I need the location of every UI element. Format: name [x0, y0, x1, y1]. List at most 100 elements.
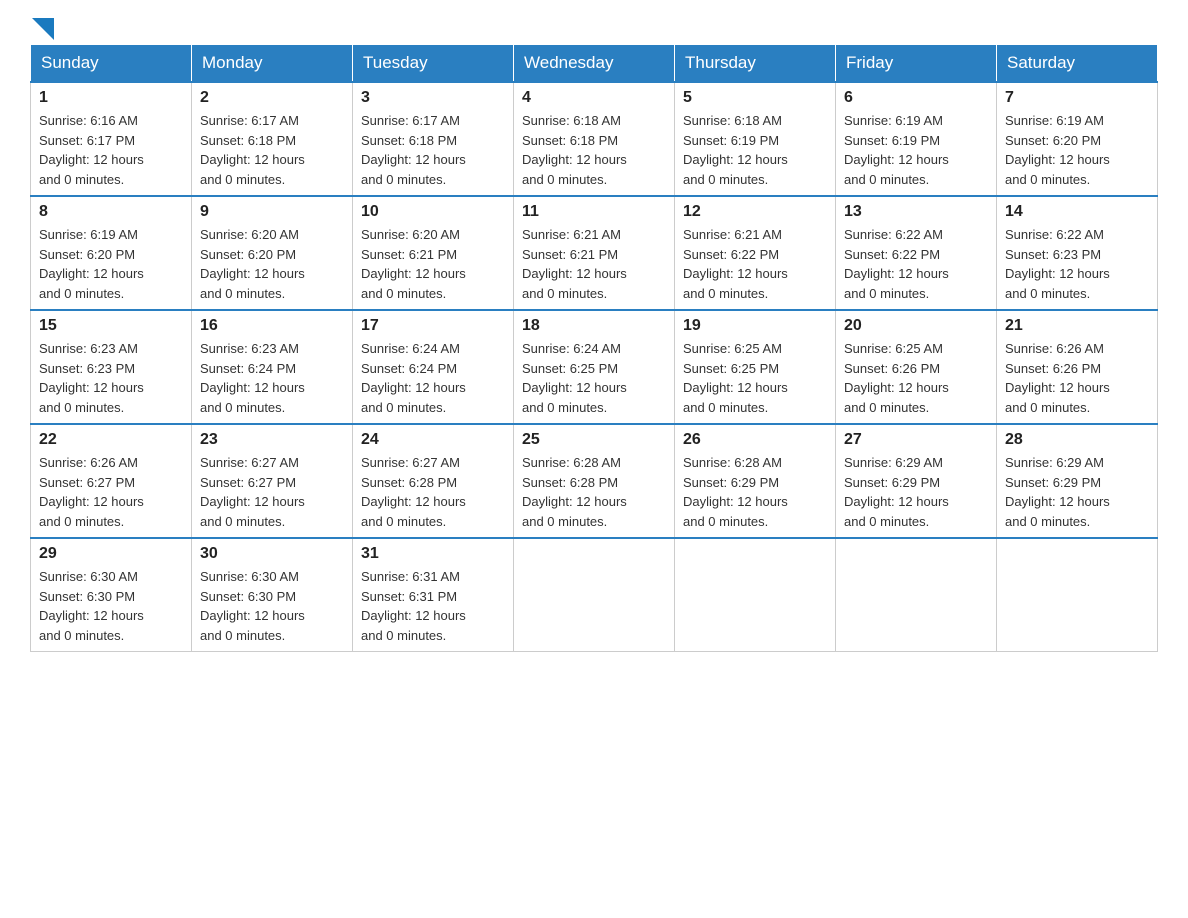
- day-info: Sunrise: 6:22 AMSunset: 6:23 PMDaylight:…: [1005, 225, 1149, 303]
- day-info: Sunrise: 6:28 AMSunset: 6:28 PMDaylight:…: [522, 453, 666, 531]
- week-row-1: 1Sunrise: 6:16 AMSunset: 6:17 PMDaylight…: [31, 82, 1158, 196]
- day-number: 27: [844, 431, 988, 449]
- day-info: Sunrise: 6:26 AMSunset: 6:26 PMDaylight:…: [1005, 339, 1149, 417]
- day-info: Sunrise: 6:19 AMSunset: 6:19 PMDaylight:…: [844, 111, 988, 189]
- day-number: 15: [39, 317, 183, 335]
- day-info: Sunrise: 6:18 AMSunset: 6:18 PMDaylight:…: [522, 111, 666, 189]
- day-number: 30: [200, 545, 344, 563]
- day-number: 13: [844, 203, 988, 221]
- day-number: 7: [1005, 89, 1149, 107]
- week-row-2: 8 Sunrise: 6:19 AMSunset: 6:20 PMDaylight…: [31, 196, 1158, 310]
- day-number: 28: [1005, 431, 1149, 449]
- day-number: 11: [522, 203, 666, 221]
- calendar-cell: 14 Sunrise: 6:22 AMSunset: 6:23 PMDayligh…: [997, 196, 1158, 310]
- day-number: 22: [39, 431, 183, 449]
- calendar-cell: 23 Sunrise: 6:27 AMSunset: 6:27 PMDayligh…: [192, 424, 353, 538]
- week-row-5: 29 Sunrise: 6:30 AMSunset: 6:30 PMDayligh…: [31, 538, 1158, 652]
- logo: [30, 20, 54, 34]
- week-row-4: 22 Sunrise: 6:26 AMSunset: 6:27 PMDayligh…: [31, 424, 1158, 538]
- calendar-cell: 5Sunrise: 6:18 AMSunset: 6:19 PMDaylight…: [675, 82, 836, 196]
- calendar-cell: 22 Sunrise: 6:26 AMSunset: 6:27 PMDayligh…: [31, 424, 192, 538]
- day-info: Sunrise: 6:30 AMSunset: 6:30 PMDaylight:…: [200, 567, 344, 645]
- calendar-cell: 9 Sunrise: 6:20 AMSunset: 6:20 PMDaylight…: [192, 196, 353, 310]
- calendar-cell: 16 Sunrise: 6:23 AMSunset: 6:24 PMDayligh…: [192, 310, 353, 424]
- day-number: 16: [200, 317, 344, 335]
- day-info: Sunrise: 6:25 AMSunset: 6:26 PMDaylight:…: [844, 339, 988, 417]
- calendar-cell: 12Sunrise: 6:21 AMSunset: 6:22 PMDayligh…: [675, 196, 836, 310]
- day-info: Sunrise: 6:20 AMSunset: 6:20 PMDaylight:…: [200, 225, 344, 303]
- calendar-cell: 29Sunrise: 6:30 AMSunset: 6:30 PMDayligh…: [31, 538, 192, 652]
- day-info: Sunrise: 6:23 AMSunset: 6:24 PMDaylight:…: [200, 339, 344, 417]
- calendar-cell: 18Sunrise: 6:24 AMSunset: 6:25 PMDayligh…: [514, 310, 675, 424]
- day-info: Sunrise: 6:17 AMSunset: 6:18 PMDaylight:…: [200, 111, 344, 189]
- column-header-friday: Friday: [836, 45, 997, 83]
- day-info: Sunrise: 6:26 AMSunset: 6:27 PMDaylight:…: [39, 453, 183, 531]
- day-info: Sunrise: 6:23 AMSunset: 6:23 PMDaylight:…: [39, 339, 183, 417]
- day-number: 17: [361, 317, 505, 335]
- day-number: 29: [39, 545, 183, 563]
- day-number: 3: [361, 89, 505, 107]
- calendar-cell: 10 Sunrise: 6:20 AMSunset: 6:21 PMDayligh…: [353, 196, 514, 310]
- column-header-wednesday: Wednesday: [514, 45, 675, 83]
- column-header-sunday: Sunday: [31, 45, 192, 83]
- day-number: 19: [683, 317, 827, 335]
- calendar-cell: 2 Sunrise: 6:17 AMSunset: 6:18 PMDaylight…: [192, 82, 353, 196]
- calendar-cell: 19 Sunrise: 6:25 AMSunset: 6:25 PMDayligh…: [675, 310, 836, 424]
- calendar-cell: 28Sunrise: 6:29 AMSunset: 6:29 PMDayligh…: [997, 424, 1158, 538]
- calendar-cell: 8 Sunrise: 6:19 AMSunset: 6:20 PMDaylight…: [31, 196, 192, 310]
- calendar-header-row: SundayMondayTuesdayWednesdayThursdayFrid…: [31, 45, 1158, 83]
- day-number: 10: [361, 203, 505, 221]
- calendar-cell: 27 Sunrise: 6:29 AMSunset: 6:29 PMDayligh…: [836, 424, 997, 538]
- calendar-cell: 4 Sunrise: 6:18 AMSunset: 6:18 PMDaylight…: [514, 82, 675, 196]
- day-number: 9: [200, 203, 344, 221]
- calendar-cell: [836, 538, 997, 652]
- column-header-monday: Monday: [192, 45, 353, 83]
- day-info: Sunrise: 6:22 AMSunset: 6:22 PMDaylight:…: [844, 225, 988, 303]
- calendar-cell: 20 Sunrise: 6:25 AMSunset: 6:26 PMDayligh…: [836, 310, 997, 424]
- calendar-cell: 25 Sunrise: 6:28 AMSunset: 6:28 PMDayligh…: [514, 424, 675, 538]
- calendar-cell: 24 Sunrise: 6:27 AMSunset: 6:28 PMDayligh…: [353, 424, 514, 538]
- day-info: Sunrise: 6:19 AMSunset: 6:20 PMDaylight:…: [1005, 111, 1149, 189]
- day-number: 24: [361, 431, 505, 449]
- day-info: Sunrise: 6:21 AMSunset: 6:21 PMDaylight:…: [522, 225, 666, 303]
- column-header-tuesday: Tuesday: [353, 45, 514, 83]
- day-number: 5: [683, 89, 827, 107]
- logo-triangle-icon: [32, 18, 54, 40]
- calendar-cell: 17Sunrise: 6:24 AMSunset: 6:24 PMDayligh…: [353, 310, 514, 424]
- day-number: 23: [200, 431, 344, 449]
- day-info: Sunrise: 6:28 AMSunset: 6:29 PMDaylight:…: [683, 453, 827, 531]
- calendar-cell: 6 Sunrise: 6:19 AMSunset: 6:19 PMDaylight…: [836, 82, 997, 196]
- page-header: [30, 20, 1158, 34]
- day-number: 8: [39, 203, 183, 221]
- day-number: 25: [522, 431, 666, 449]
- day-number: 6: [844, 89, 988, 107]
- day-number: 21: [1005, 317, 1149, 335]
- day-number: 14: [1005, 203, 1149, 221]
- day-number: 4: [522, 89, 666, 107]
- calendar-cell: 7 Sunrise: 6:19 AMSunset: 6:20 PMDaylight…: [997, 82, 1158, 196]
- calendar-cell: 26Sunrise: 6:28 AMSunset: 6:29 PMDayligh…: [675, 424, 836, 538]
- calendar-cell: [997, 538, 1158, 652]
- calendar-cell: 30 Sunrise: 6:30 AMSunset: 6:30 PMDayligh…: [192, 538, 353, 652]
- day-info: Sunrise: 6:17 AMSunset: 6:18 PMDaylight:…: [361, 111, 505, 189]
- day-info: Sunrise: 6:31 AMSunset: 6:31 PMDaylight:…: [361, 567, 505, 645]
- day-info: Sunrise: 6:19 AMSunset: 6:20 PMDaylight:…: [39, 225, 183, 303]
- day-info: Sunrise: 6:27 AMSunset: 6:27 PMDaylight:…: [200, 453, 344, 531]
- day-info: Sunrise: 6:25 AMSunset: 6:25 PMDaylight:…: [683, 339, 827, 417]
- column-header-thursday: Thursday: [675, 45, 836, 83]
- calendar-cell: 3 Sunrise: 6:17 AMSunset: 6:18 PMDaylight…: [353, 82, 514, 196]
- calendar-cell: 21 Sunrise: 6:26 AMSunset: 6:26 PMDayligh…: [997, 310, 1158, 424]
- day-info: Sunrise: 6:21 AMSunset: 6:22 PMDaylight:…: [683, 225, 827, 303]
- day-number: 1: [39, 89, 183, 107]
- calendar-cell: 11 Sunrise: 6:21 AMSunset: 6:21 PMDayligh…: [514, 196, 675, 310]
- calendar-cell: [675, 538, 836, 652]
- day-info: Sunrise: 6:29 AMSunset: 6:29 PMDaylight:…: [844, 453, 988, 531]
- day-number: 2: [200, 89, 344, 107]
- day-number: 31: [361, 545, 505, 563]
- day-number: 20: [844, 317, 988, 335]
- day-info: Sunrise: 6:27 AMSunset: 6:28 PMDaylight:…: [361, 453, 505, 531]
- day-info: Sunrise: 6:20 AMSunset: 6:21 PMDaylight:…: [361, 225, 505, 303]
- week-row-3: 15 Sunrise: 6:23 AMSunset: 6:23 PMDayligh…: [31, 310, 1158, 424]
- column-header-saturday: Saturday: [997, 45, 1158, 83]
- day-number: 18: [522, 317, 666, 335]
